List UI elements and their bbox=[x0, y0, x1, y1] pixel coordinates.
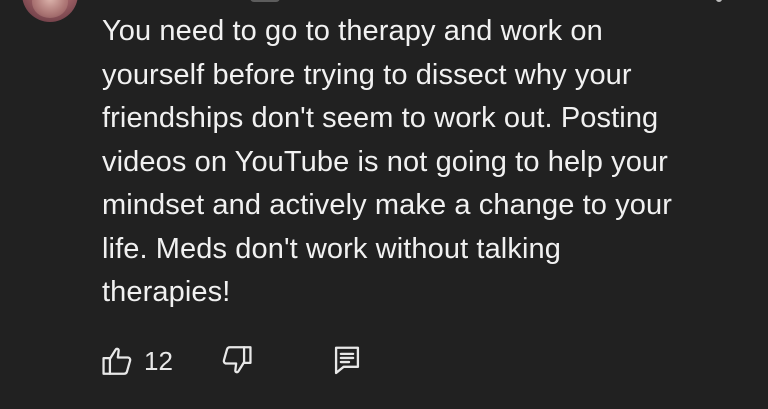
comment-line: therapies! bbox=[102, 276, 231, 308]
comment-line: mindset and actively make a change to yo… bbox=[102, 189, 673, 221]
comment-line: You need to go to therapy and work on bbox=[102, 15, 603, 47]
comment-line: life. Meds don't work without talking bbox=[102, 232, 561, 265]
comment-line: videos on YouTube is not going to help y… bbox=[102, 145, 668, 178]
like-button[interactable]: 12 bbox=[100, 343, 173, 379]
thumbs-down-icon bbox=[222, 346, 252, 374]
reply-button[interactable] bbox=[332, 343, 362, 377]
comment-line: friendships don't seem to work out. Post… bbox=[102, 102, 659, 134]
more-options-icon[interactable] bbox=[716, 0, 722, 2]
comment-text: You need to go to therapy and work on yo… bbox=[102, 10, 722, 315]
author-name[interactable] bbox=[250, 0, 280, 2]
thumbs-up-icon bbox=[102, 347, 132, 375]
comment-actions: 12 bbox=[100, 343, 400, 379]
dislike-button[interactable] bbox=[220, 343, 254, 377]
reply-comment-icon bbox=[334, 346, 360, 375]
like-count: 12 bbox=[144, 346, 173, 376]
comment-line: yourself before trying to dissect why yo… bbox=[102, 58, 632, 91]
avatar[interactable] bbox=[22, 0, 78, 22]
